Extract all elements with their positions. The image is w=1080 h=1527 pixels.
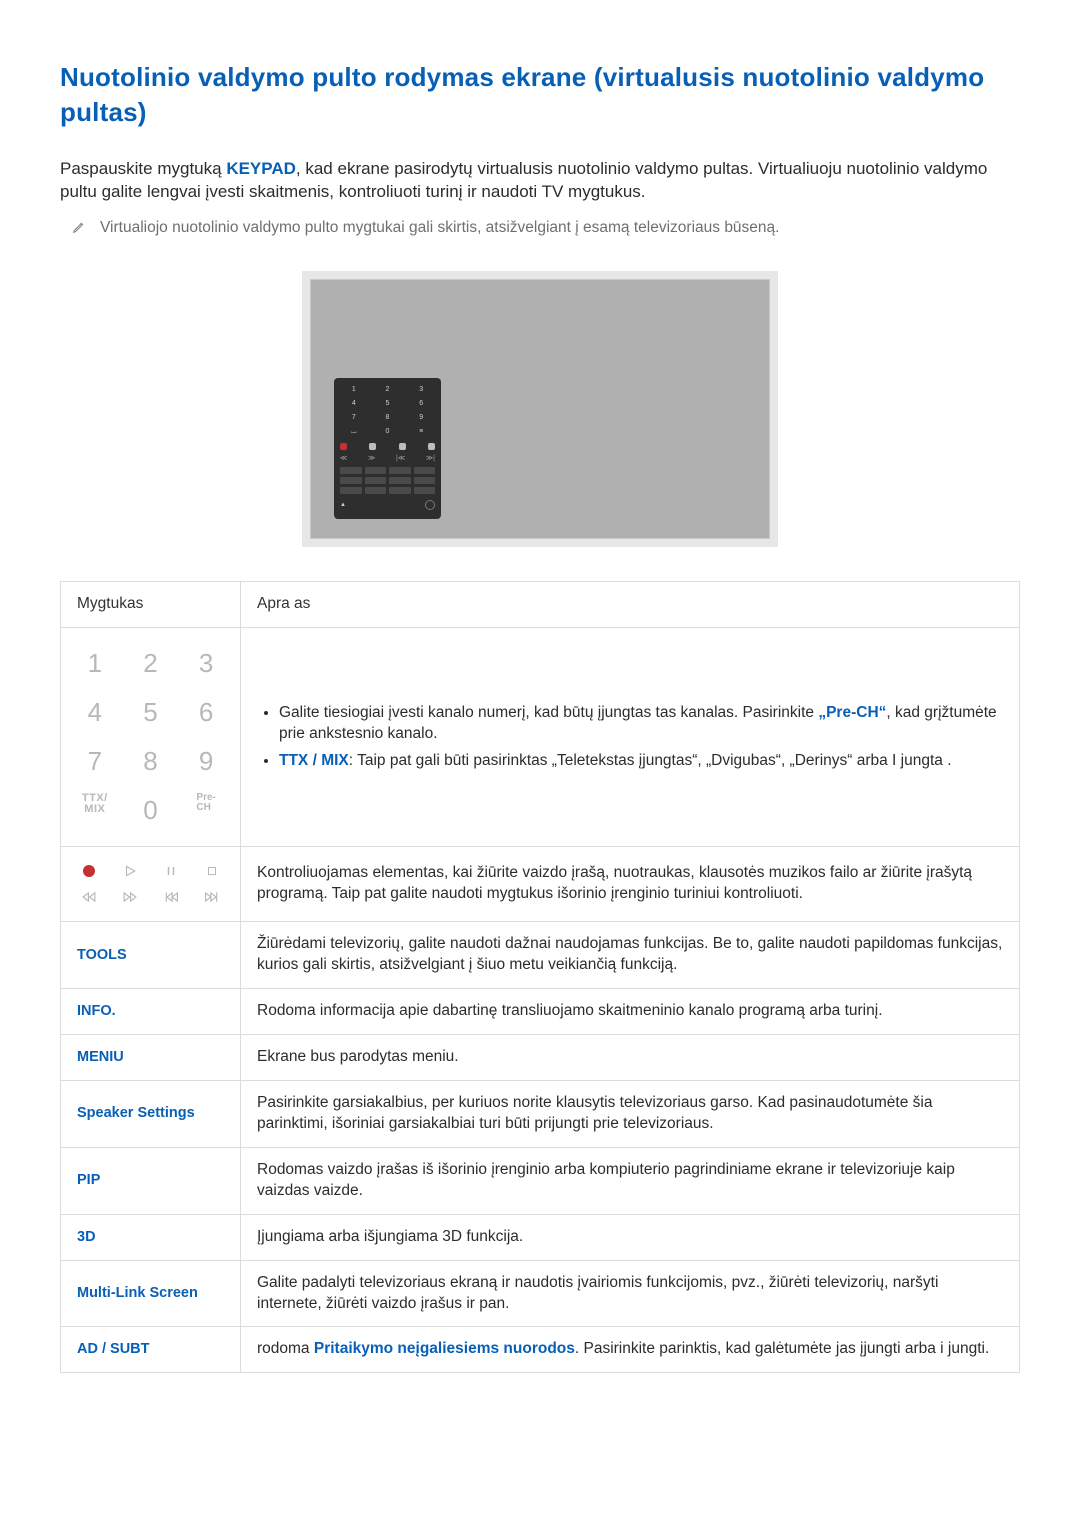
adsubt-label: AD / SUBT: [77, 1341, 150, 1357]
key-7: 7: [88, 744, 102, 779]
adsubt-after: . Pasirinkite parinktis, kad galėtumėte …: [575, 1340, 989, 1357]
table-row: Multi-Link Screen Galite padalyti televi…: [61, 1260, 1020, 1327]
pause-icon: [162, 863, 180, 879]
virtual-remote-panel: 123 456 789 ⌴0≡ ≪≫|≪≫| ▲: [334, 378, 441, 519]
key-8: 8: [143, 744, 157, 779]
record-icon: [80, 863, 98, 879]
speaker-settings-label: Speaker Settings: [77, 1105, 195, 1121]
pip-label: PIP: [77, 1172, 100, 1188]
meniu-desc: Ekrane bus parodytas meniu.: [241, 1035, 1020, 1081]
stop-icon: [203, 863, 221, 879]
table-row: PIP Rodomas vaizdo įrašas iš išorinio įr…: [61, 1147, 1020, 1214]
key-9: 9: [199, 744, 213, 779]
key-6: 6: [199, 695, 213, 730]
info-desc: Rodoma informacija apie dabartinę transl…: [241, 989, 1020, 1035]
playback-controls: [77, 859, 224, 909]
key-prech: Pre- CH: [196, 793, 215, 828]
numeric-keypad: 1 2 3 4 5 6 7 8 9 TTX/ MIX 0 Pre- CH: [77, 640, 224, 834]
table-row: 3D Įjungiama arba išjungiama 3D funkcija…: [61, 1214, 1020, 1260]
table-row-numpad: 1 2 3 4 5 6 7 8 9 TTX/ MIX 0 Pre- CH: [61, 627, 1020, 846]
table-row: Speaker Settings Pasirinkite garsiakalbi…: [61, 1080, 1020, 1147]
table-row: MENIU Ekrane bus parodytas meniu.: [61, 1035, 1020, 1081]
prech-link: „Pre-CH“: [818, 704, 886, 721]
adsubt-before: rodoma: [257, 1340, 314, 1357]
key-ttxmix: TTX/ MIX: [82, 793, 108, 828]
speaker-settings-desc: Pasirinkite garsiakalbius, per kuriuos n…: [241, 1080, 1020, 1147]
fast-forward-icon: [121, 889, 139, 905]
tools-desc: Žiūrėdami televizorių, galite naudoti da…: [241, 922, 1020, 989]
note-text: Virtualiojo nuotolinio valdymo pulto myg…: [100, 218, 779, 239]
button-table: Mygtukas Apra as 1 2 3 4 5 6 7 8: [60, 581, 1020, 1373]
key-4: 4: [88, 695, 102, 730]
tv-illustration: 123 456 789 ⌴0≡ ≪≫|≪≫| ▲: [60, 271, 1020, 547]
table-row-playback: Kontroliuojamas elementas, kai žiūrite v…: [61, 847, 1020, 922]
skip-forward-icon: [203, 889, 221, 905]
keypad-label: KEYPAD: [226, 159, 296, 178]
table-row-adsubt: AD / SUBT rodoma Pritaikymo neįgaliesiem…: [61, 1327, 1020, 1373]
col-header-desc: Apra as: [241, 581, 1020, 627]
key-2: 2: [143, 646, 157, 681]
table-row: INFO. Rodoma informacija apie dabartinę …: [61, 989, 1020, 1035]
multilink-label: Multi-Link Screen: [77, 1285, 198, 1301]
table-row: TOOLS Žiūrėdami televizorių, galite naud…: [61, 922, 1020, 989]
info-label: INFO.: [77, 1003, 116, 1019]
pip-desc: Rodomas vaizdo įrašas iš išorinio įrengi…: [241, 1147, 1020, 1214]
key-1: 1: [88, 646, 102, 681]
rewind-icon: [80, 889, 98, 905]
key-5: 5: [143, 695, 157, 730]
play-icon: [121, 863, 139, 879]
playback-desc: Kontroliuojamas elementas, kai žiūrite v…: [241, 847, 1020, 922]
intro-before: Paspauskite mygtuką: [60, 159, 226, 178]
accessibility-link: Pritaikymo neįgaliesiems nuorodos: [314, 1340, 575, 1357]
col-header-button: Mygtukas: [61, 581, 241, 627]
intro-paragraph: Paspauskite mygtuką KEYPAD, kad ekrane p…: [60, 158, 1020, 204]
document-page: Nuotolinio valdymo pulto rodymas ekrane …: [0, 0, 1080, 1413]
pencil-icon: [72, 220, 86, 241]
ttxmix-label: TTX / MIX: [279, 752, 349, 769]
numpad-desc-list: Galite tiesiogiai įvesti kanalo numerį, …: [257, 700, 1003, 775]
page-title: Nuotolinio valdymo pulto rodymas ekrane …: [60, 60, 1020, 130]
key-3: 3: [199, 646, 213, 681]
numpad-line1-before: Galite tiesiogiai įvesti kanalo numerį, …: [279, 704, 818, 721]
skip-back-icon: [162, 889, 180, 905]
threeD-label: 3D: [77, 1229, 96, 1245]
numpad-line2-rest: : Taip pat gali būti pasirinktas „Telete…: [349, 752, 952, 769]
threeD-desc: Įjungiama arba išjungiama 3D funkcija.: [241, 1214, 1020, 1260]
key-0: 0: [143, 793, 157, 828]
note-row: Virtualiojo nuotolinio valdymo pulto myg…: [72, 218, 1020, 241]
tools-label: TOOLS: [77, 947, 127, 963]
multilink-desc: Galite padalyti televizoriaus ekraną ir …: [241, 1260, 1020, 1327]
meniu-label: MENIU: [77, 1049, 124, 1065]
